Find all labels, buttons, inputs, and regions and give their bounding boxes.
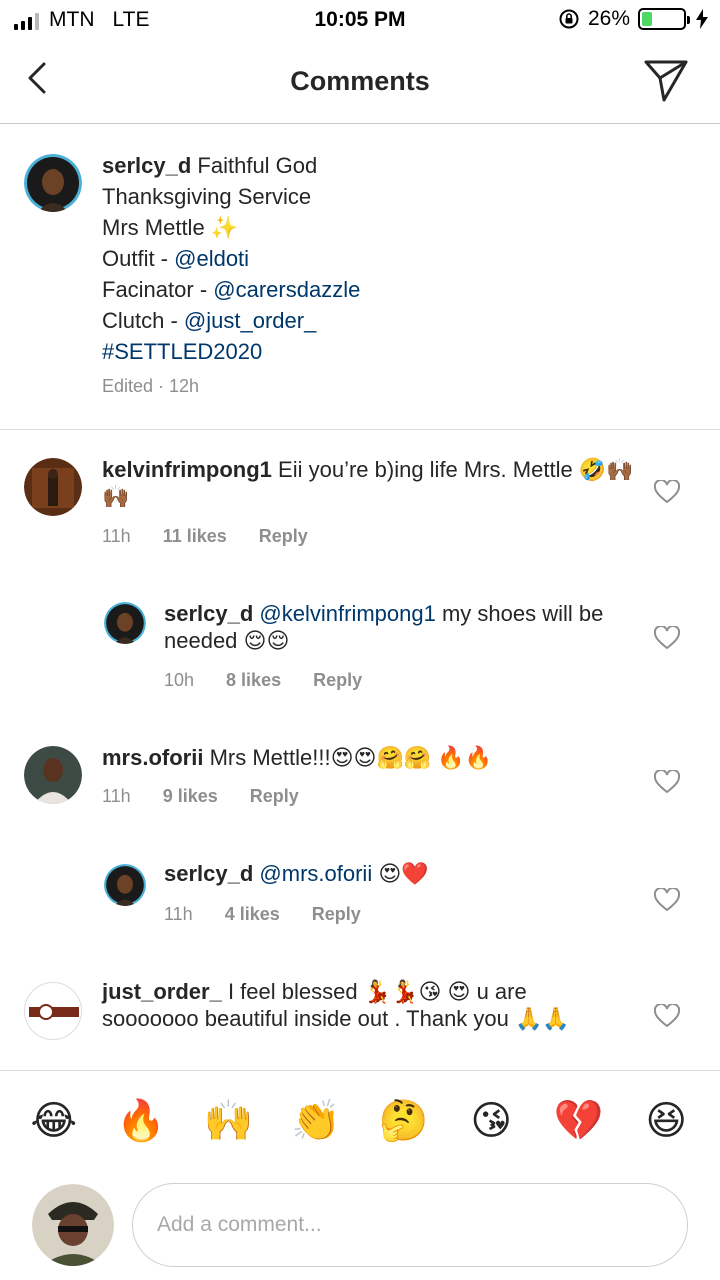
comment-username[interactable]: serlcy_d — [164, 601, 253, 626]
status-bar: MTN LTE 10:05 PM 26% — [0, 0, 720, 40]
mention-link[interactable]: @mrs.oforii — [259, 861, 372, 886]
just-order-logo — [25, 983, 81, 1039]
avatar[interactable] — [32, 1184, 114, 1266]
likes-count[interactable]: 4 likes — [225, 904, 280, 925]
comment-item: just_order_ I feel blessed 💃💃😘 😍 u are s… — [0, 960, 720, 1070]
emoji-raised-hands-button[interactable]: 🙌 — [197, 1097, 261, 1144]
avatar[interactable] — [24, 458, 82, 516]
reply-button[interactable]: Reply — [312, 904, 361, 925]
comment-username[interactable]: kelvinfrimpong1 — [102, 457, 272, 482]
profile-photo-serlcy — [104, 864, 146, 906]
mention-link[interactable]: @just_order_ — [184, 308, 316, 333]
comment-username[interactable]: mrs.oforii — [102, 745, 203, 770]
caption-line: Outfit - — [102, 246, 175, 271]
like-heart-icon[interactable] — [654, 770, 680, 794]
comment-item: kelvinfrimpong1 Eii you’re b)ing life Mr… — [0, 430, 720, 580]
emoji-fire-button[interactable]: 🔥 — [109, 1097, 173, 1144]
direct-send-icon[interactable] — [642, 56, 690, 104]
likes-count[interactable]: 9 likes — [163, 786, 218, 807]
comment-item: mrs.oforii Mrs Mettle!!!😍😍🤗🤗 🔥🔥 11h 9 li… — [0, 720, 720, 830]
caption-line: Clutch - — [102, 308, 184, 333]
mention-link[interactable]: @eldoti — [174, 246, 249, 271]
caption-meta: Edited · 12h — [102, 376, 200, 396]
comment-text: 😍❤️ — [372, 861, 429, 886]
profile-photo-kelvin — [24, 458, 82, 516]
quick-emoji-bar: 😂 🔥 🙌 👏 🤔 😘 💔 😆 — [0, 1070, 720, 1170]
battery-level — [642, 12, 653, 26]
avatar[interactable] — [24, 154, 82, 212]
avatar[interactable] — [104, 864, 146, 906]
reply-button[interactable]: Reply — [313, 670, 362, 691]
reply-button[interactable]: Reply — [250, 786, 299, 807]
likes-count[interactable]: 11 likes — [163, 526, 227, 547]
avatar[interactable] — [24, 982, 82, 1040]
comment-username[interactable]: serlcy_d — [164, 861, 253, 886]
reply-comment-item: serlcy_d @kelvinfrimpong1 my shoes will … — [0, 580, 720, 710]
comment-time: 10h — [164, 670, 195, 690]
comment-text: Mrs Mettle!!!😍😍🤗🤗 🔥🔥 — [209, 745, 493, 770]
current-user-photo — [32, 1184, 114, 1266]
avatar[interactable] — [104, 602, 146, 644]
like-heart-icon[interactable] — [654, 888, 680, 912]
like-heart-icon[interactable] — [654, 626, 680, 650]
emoji-thinking-button[interactable]: 🤔 — [372, 1097, 436, 1144]
post-caption: serlcy_d Faithful God Thanksgiving Servi… — [0, 124, 720, 430]
avatar[interactable] — [24, 746, 82, 804]
comment-username[interactable]: just_order_ — [102, 979, 222, 1004]
emoji-broken-heart-button[interactable]: 💔 — [547, 1097, 611, 1144]
comment-time: 11h — [102, 526, 131, 546]
charging-bolt-icon — [696, 9, 708, 29]
emoji-kiss-button[interactable]: 😘 — [459, 1098, 523, 1144]
reply-button[interactable]: Reply — [259, 526, 308, 547]
like-heart-icon[interactable] — [654, 480, 680, 504]
likes-count[interactable]: 8 likes — [226, 670, 281, 691]
orientation-lock-icon — [559, 9, 579, 29]
comments-header: Comments — [0, 40, 720, 124]
profile-photo-serlcy — [24, 154, 82, 212]
caption-line: Facinator - — [102, 277, 214, 302]
caption-username[interactable]: serlcy_d — [102, 153, 191, 178]
battery-icon — [638, 8, 690, 30]
battery-percent: 26% — [587, 7, 630, 30]
comment-time: 11h — [102, 786, 131, 806]
profile-photo-serlcy — [104, 602, 146, 644]
reply-comment-item: serlcy_d @mrs.oforii 😍❤️ 11h 4 likes Rep… — [0, 840, 720, 950]
caption-line: Faithful God — [197, 153, 318, 178]
emoji-clapping-button[interactable]: 👏 — [284, 1097, 348, 1144]
like-heart-icon[interactable] — [654, 1004, 680, 1028]
emoji-grinning-squint-button[interactable]: 😆 — [634, 1098, 698, 1144]
profile-photo-oforii — [24, 746, 82, 804]
comment-time: 11h — [164, 904, 193, 924]
caption-line: Mrs Mettle ✨ — [102, 215, 239, 240]
comment-composer — [0, 1170, 720, 1280]
emoji-laughing-tears-button[interactable]: 😂 — [22, 1098, 86, 1144]
mention-link[interactable]: @carersdazzle — [213, 277, 360, 302]
add-comment-input[interactable] — [132, 1183, 688, 1267]
mention-link[interactable]: @kelvinfrimpong1 — [259, 601, 435, 626]
caption-line: Thanksgiving Service — [102, 184, 312, 209]
hashtag-link[interactable]: #SETTLED2020 — [102, 336, 682, 367]
page-title: Comments — [290, 66, 430, 96]
